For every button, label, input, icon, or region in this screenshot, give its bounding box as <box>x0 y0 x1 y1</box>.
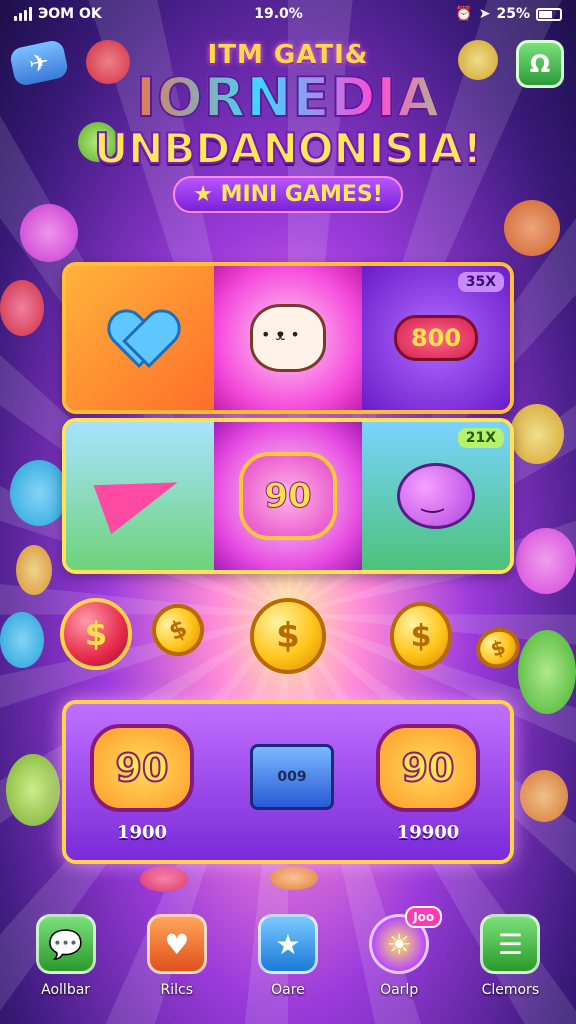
title-line-3: UNBDANONISIA! <box>93 124 483 173</box>
floating-coin-decoration <box>270 866 318 890</box>
reward-art-label: 90 <box>115 745 170 791</box>
floating-coin-decoration <box>0 280 44 336</box>
nav-label: Oarlp <box>380 982 419 998</box>
star-icon: ★ <box>257 914 318 974</box>
heart-icon: 90 <box>239 452 337 540</box>
bomb-label: 800 <box>410 324 462 352</box>
notification-badge: Joo <box>405 906 443 928</box>
dollar-coin-icon[interactable]: $ <box>250 598 326 674</box>
coin-symbol: $ <box>276 616 300 656</box>
monster-icon <box>397 463 475 529</box>
floating-coin-decoration <box>6 754 60 826</box>
network-label: ЭОМ OK <box>38 6 102 22</box>
nav-item-clemors[interactable]: ☰ Clemors <box>465 914 555 998</box>
mini-games-banner: ★ MINI GAMES! <box>173 176 403 213</box>
signal-icon <box>14 7 32 21</box>
dollar-coin-icon[interactable]: $ <box>143 595 213 665</box>
nav-item-aollbar[interactable]: 💬 Aollbar <box>21 914 111 998</box>
game-tile-heart[interactable] <box>66 266 214 410</box>
menu-icon: ☰ <box>480 914 541 974</box>
nav-label: Oare <box>271 982 305 998</box>
coin-symbol: $ <box>410 618 432 654</box>
heart-icon <box>111 312 169 364</box>
floating-coin-decoration <box>140 866 188 892</box>
coin-symbol: $ <box>164 613 192 647</box>
multiplier-badge: 21X <box>457 428 504 448</box>
reward-item[interactable]: 90 1900 <box>90 724 194 843</box>
heart-number: 90 <box>264 476 312 517</box>
nav-item-rilcs[interactable]: ♥ Rilcs <box>132 914 222 998</box>
chat-icon: 💬 <box>35 914 96 974</box>
title-block: ITM GATI& IORNEDIA UNBDANONISIA! ★ MINI … <box>0 40 576 213</box>
reward-item[interactable]: 009 <box>250 744 334 810</box>
dollar-coin-icon[interactable]: $ <box>390 602 452 670</box>
title-line-2: IORNEDIA <box>0 69 576 127</box>
heart-icon: ♥ <box>146 914 207 974</box>
battery-percent: 25% <box>496 6 530 22</box>
reward-item[interactable]: 90 19900 <box>376 724 480 843</box>
game-tile-bomb[interactable]: 35X 800 <box>362 266 510 410</box>
location-icon: ➤ <box>478 6 491 22</box>
card-art-label: 009 <box>277 769 307 785</box>
bomb-icon: 800 <box>393 315 479 361</box>
game-grid-row-1: 35X 800 <box>62 262 514 414</box>
game-tile-plane[interactable] <box>66 422 214 570</box>
nav-label: Rilcs <box>160 982 194 998</box>
nav-item-oare[interactable]: ★ Oare <box>243 914 333 998</box>
heart-icon: 90 <box>90 724 194 812</box>
bottom-nav: 💬 Aollbar ♥ Rilcs ★ Oare ☀ Joo Oarlp ☰ C… <box>0 906 576 1024</box>
status-bar: ЭОМ OK 19.0% ⏰ ➤ 25% <box>0 0 576 28</box>
paper-plane-icon <box>93 457 187 535</box>
card-icon: 009 <box>250 744 334 810</box>
reward-art-label: 90 <box>401 745 456 791</box>
floating-coin-decoration <box>518 630 576 714</box>
floating-coin-decoration <box>516 528 576 594</box>
reward-panel: 90 1900 009 90 19900 <box>62 700 514 864</box>
nav-label: Aollbar <box>41 982 91 998</box>
game-grid-row-2: 90 21X <box>62 418 514 574</box>
coin-symbol: $ <box>487 634 509 662</box>
nav-label: Clemors <box>481 982 540 998</box>
heart-icon: 90 <box>376 724 480 812</box>
floating-coin-decoration <box>10 460 68 526</box>
game-tile-heart-90[interactable]: 90 <box>214 422 362 570</box>
coin-symbol: $ <box>84 615 108 653</box>
cat-icon <box>250 304 326 372</box>
floating-coin-decoration <box>520 770 568 822</box>
status-time: 19.0% <box>254 6 303 22</box>
game-tile-cat[interactable] <box>214 266 362 410</box>
nav-item-oarlp[interactable]: ☀ Joo Oarlp <box>354 906 444 998</box>
multiplier-badge: 35X <box>457 272 504 292</box>
floating-coin-decoration <box>0 612 44 668</box>
game-tile-blob[interactable]: 21X <box>362 422 510 570</box>
battery-icon <box>536 7 562 21</box>
dollar-coin-icon[interactable]: $ <box>60 598 132 670</box>
reward-value: 19900 <box>396 822 460 843</box>
alarm-icon: ⏰ <box>455 6 473 22</box>
reward-value: 1900 <box>116 822 168 843</box>
floating-coin-decoration <box>510 404 564 464</box>
floating-coin-decoration <box>16 545 52 595</box>
